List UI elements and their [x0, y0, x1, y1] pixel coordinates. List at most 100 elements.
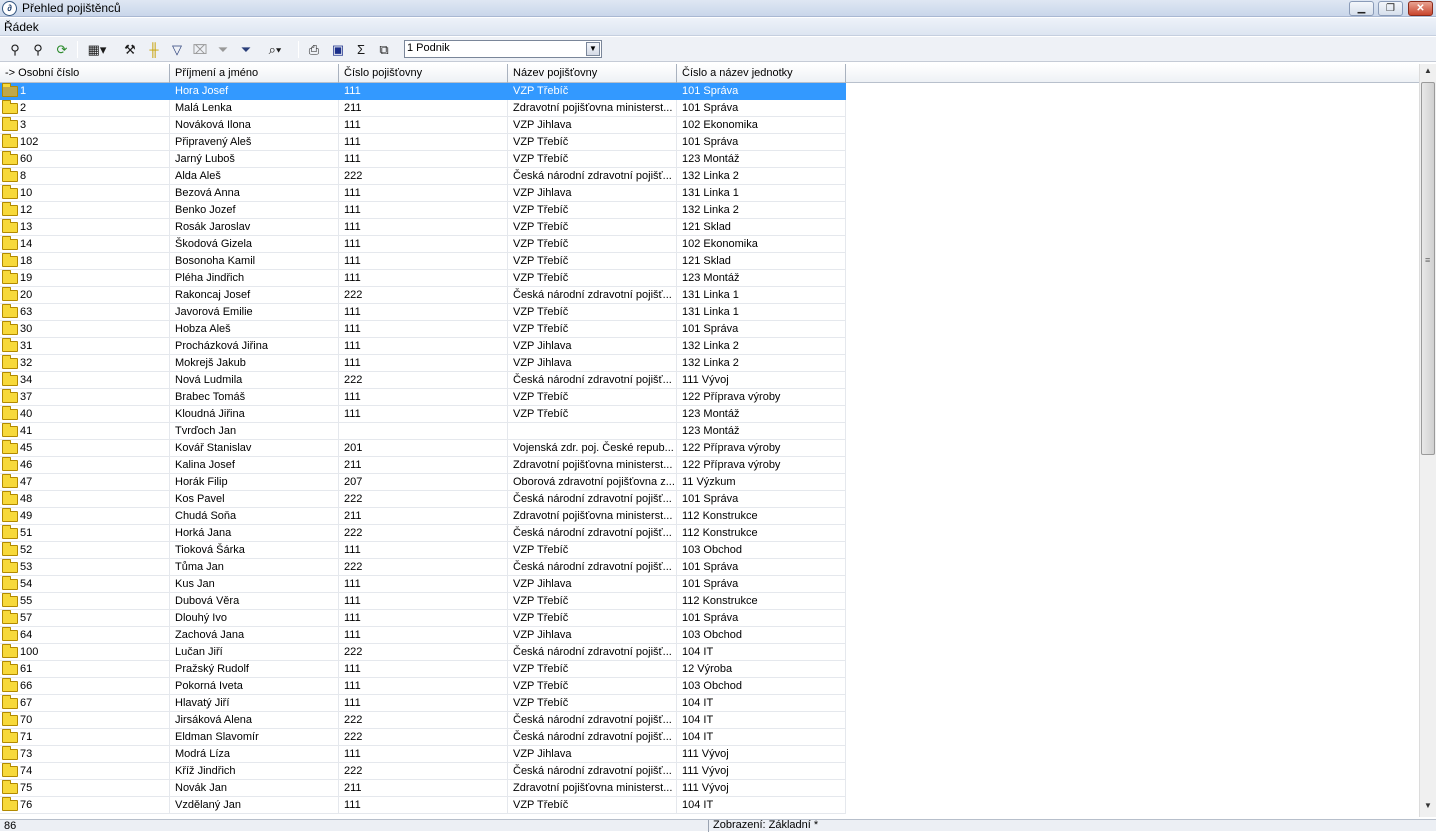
table-row[interactable]: 1 Hora Josef 111 VZP Třebíč 101 Správa [0, 83, 1419, 100]
table-row[interactable]: 13 Rosák Jaroslav 111 VZP Třebíč 121 Sklad [0, 219, 1419, 236]
app-logo-icon[interactable]: ∂ [2, 1, 17, 16]
table-row[interactable]: 55 Dubová Věra 111 VZP Třebíč 112 Konstrukce [0, 593, 1419, 610]
column-header-name[interactable]: Příjmení a jméno [170, 64, 339, 83]
restore-button[interactable]: ❐ [1378, 1, 1403, 16]
table-row[interactable]: 46 Kalina Josef 211 Zdravotní pojišťovna mi… [0, 457, 1419, 474]
scroll-up-icon[interactable]: ▲ [1420, 66, 1436, 80]
menu-item-radek[interactable]: Řádek [4, 20, 39, 34]
cell-text: 1 [20, 85, 27, 97]
column-header-personal-number[interactable]: -> Osobní číslo [0, 64, 170, 83]
table-row[interactable]: 41 Tvrďoch Jan 123 Montáž [0, 423, 1419, 440]
vertical-scrollbar[interactable]: ▲ ≡ ▼ [1419, 64, 1436, 817]
unit-cell: 132 Linka 2 [677, 355, 846, 372]
restore-icon: ❐ [1386, 3, 1395, 14]
refresh-icon[interactable]: ⟳ [53, 41, 71, 58]
chevron-down-icon[interactable]: ▼ [586, 42, 600, 56]
binoculars-find-next-icon[interactable]: ⚲ [29, 41, 47, 58]
table-row[interactable]: 49 Chudá Soňa 211 Zdravotní pojišťovna mini… [0, 508, 1419, 525]
scroll-down-icon[interactable]: ▼ [1420, 801, 1436, 815]
table-row[interactable]: 70 Jirsáková Alena 222 Česká národní zdravo… [0, 712, 1419, 729]
cell-text: VZP Jihlava [513, 578, 572, 590]
cell-text: 14 [20, 238, 33, 250]
table-row[interactable]: 18 Bosonoha Kamil 111 VZP Třebíč 121 Sklad [0, 253, 1419, 270]
table-row[interactable]: 48 Kos Pavel 222 Česká národní zdravotní po… [0, 491, 1419, 508]
table-row[interactable]: 47 Horák Filip 207 Oborová zdravotní pojišť… [0, 474, 1419, 491]
table-row[interactable]: 71 Eldman Slavomír 222 Česká národní zdravo… [0, 729, 1419, 746]
table-row[interactable]: 73 Modrá Líza 111 VZP Jihlava 111 Vývoj [0, 746, 1419, 763]
table-row[interactable]: 2 Malá Lenka 211 Zdravotní pojišťovna minis… [0, 100, 1419, 117]
save-icon[interactable]: ▣ [329, 41, 347, 58]
table-row[interactable]: 34 Nová Ludmila 222 Česká národní zdravotní… [0, 372, 1419, 389]
table-row[interactable]: 19 Pléha Jindřich 111 VZP Třebíč 123 Montáž [0, 270, 1419, 287]
table-row[interactable]: 3 Nováková Ilona 111 VZP Jihlava 102 Ekonomi… [0, 117, 1419, 134]
table-row[interactable]: 10 Bezová Anna 111 VZP Jihlava 131 Linka 1 [0, 185, 1419, 202]
table-row[interactable]: 31 Procházková Jiřina 111 VZP Jihlava 132 Li… [0, 338, 1419, 355]
copy-icon[interactable]: ⧉ [375, 41, 393, 58]
table-row[interactable]: 100 Lučan Jiří 222 Česká národní zdravotní … [0, 644, 1419, 661]
table-row[interactable]: 57 Dlouhý Ivo 111 VZP Třebíč 101 Správa [0, 610, 1419, 627]
folder-icon [2, 678, 18, 692]
filter-disabled-icon[interactable]: ⏷ [214, 41, 232, 58]
folder-icon [2, 117, 18, 131]
cell-text: 102 Ekonomika [682, 238, 758, 250]
cell-text: Modrá Líza [175, 748, 231, 760]
cell-text: 222 [344, 765, 363, 777]
cell-text: 222 [344, 170, 363, 182]
print-icon[interactable]: ⎙ [305, 41, 323, 58]
table-row[interactable]: 45 Kovář Stanislav 201 Vojenská zdr. poj. Č… [0, 440, 1419, 457]
table-row[interactable]: 12 Benko Jozef 111 VZP Třebíč 132 Linka 2 [0, 202, 1419, 219]
name-cell: Hora Josef [170, 83, 339, 100]
column-layout-icon[interactable]: ╫ [145, 41, 163, 58]
unit-cell: 104 IT [677, 729, 846, 746]
table-row[interactable]: 8 Alda Aleš 222 Česká národní zdravotní poj… [0, 168, 1419, 185]
cell-text: 111 [344, 238, 361, 250]
insurer-name-cell: Česká národní zdravotní pojišť... [508, 729, 677, 746]
table-row[interactable]: 102 Připravený Aleš 111 VZP Třebíč 101 Správ… [0, 134, 1419, 151]
table-row[interactable]: 60 Jarný Luboš 111 VZP Třebíč 123 Montáž [0, 151, 1419, 168]
cell-text: 222 [344, 646, 363, 658]
table-row[interactable]: 51 Horká Jana 222 Česká národní zdravotní p… [0, 525, 1419, 542]
binoculars-find-icon[interactable]: ⚲ [6, 41, 24, 58]
cell-text: 70 [20, 714, 33, 726]
folder-icon [2, 491, 18, 505]
company-select[interactable]: 1 Podnik ▼ [404, 40, 602, 58]
table-row[interactable]: 30 Hobza Aleš 111 VZP Třebíč 101 Správa [0, 321, 1419, 338]
insurer-name-cell: VZP Třebíč [508, 321, 677, 338]
table-row[interactable]: 20 Rakoncaj Josef 222 Česká národní zdravot… [0, 287, 1419, 304]
window-title: Přehled pojištěnců [22, 1, 121, 15]
table-row[interactable]: 66 Pokorná Iveta 111 VZP Třebíč 103 Obchod [0, 678, 1419, 695]
table-row[interactable]: 40 Kloudná Jiřina 111 VZP Třebíč 123 Montáž [0, 406, 1419, 423]
table-row[interactable]: 37 Brabec Tomáš 111 VZP Třebíč 122 Příprava … [0, 389, 1419, 406]
table-row[interactable]: 76 Vzdělaný Jan 111 VZP Třebíč 104 IT [0, 797, 1419, 814]
unit-cell: 132 Linka 2 [677, 338, 846, 355]
cell-text: 111 [344, 221, 361, 233]
zoom-icon[interactable]: ⌕▾ [260, 41, 290, 58]
table-row[interactable]: 52 Tioková Šárka 111 VZP Třebíč 103 Obchod [0, 542, 1419, 559]
table-row[interactable]: 32 Mokrejš Jakub 111 VZP Jihlava 132 Linka 2 [0, 355, 1419, 372]
table-row[interactable]: 14 Škodová Gizela 111 VZP Třebíč 102 Ekonomi… [0, 236, 1419, 253]
table-row[interactable]: 74 Kříž Jindřich 222 Česká národní zdravotn… [0, 763, 1419, 780]
grid-view-icon[interactable]: ▦▾ [84, 41, 110, 58]
filter-icon[interactable]: ▽ [168, 41, 186, 58]
table-row[interactable]: 64 Zachová Jana 111 VZP Jihlava 103 Obchod [0, 627, 1419, 644]
table-row[interactable]: 53 Tůma Jan 222 Česká národní zdravotní poj… [0, 559, 1419, 576]
clear-filter-icon[interactable]: ⌧ [191, 41, 209, 58]
column-header-insurer-name[interactable]: Název pojišťovny [508, 64, 677, 83]
table-row[interactable]: 67 Hlavatý Jiří 111 VZP Třebíč 104 IT [0, 695, 1419, 712]
table-row[interactable]: 63 Javorová Emilie 111 VZP Třebíč 131 Linka … [0, 304, 1419, 321]
table-row[interactable]: 54 Kus Jan 111 VZP Jihlava 101 Správa [0, 576, 1419, 593]
personal-number-cell: 63 [0, 304, 170, 321]
column-header-insurer-number[interactable]: Číslo pojišťovny [339, 64, 508, 83]
tools-icon[interactable]: ⚒ [121, 41, 139, 58]
insurer-name-cell: VZP Třebíč [508, 83, 677, 100]
close-button[interactable]: ✕ [1408, 1, 1433, 16]
table-row[interactable]: 75 Novák Jan 211 Zdravotní pojišťovna minis… [0, 780, 1419, 797]
column-header-unit[interactable]: Číslo a název jednotky [677, 64, 846, 83]
filter-apply-icon[interactable]: ⏷ [237, 41, 255, 58]
minimize-button[interactable]: ▁ [1349, 1, 1374, 16]
sum-icon[interactable]: Σ [352, 41, 370, 58]
folder-icon [2, 253, 18, 267]
scrollbar-thumb[interactable]: ≡ [1421, 82, 1435, 455]
cell-text: 12 Výroba [682, 663, 733, 675]
table-row[interactable]: 61 Pražský Rudolf 111 VZP Třebíč 12 Výroba [0, 661, 1419, 678]
